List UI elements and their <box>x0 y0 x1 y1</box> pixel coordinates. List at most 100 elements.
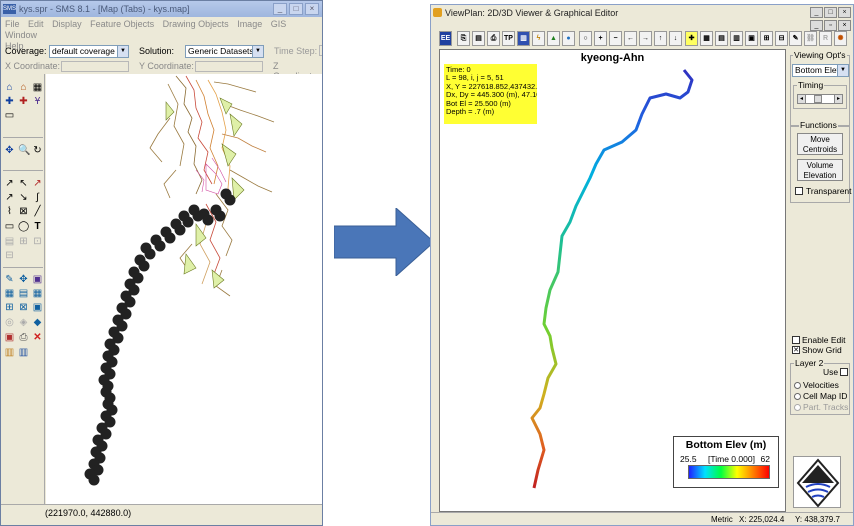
transparent-checkbox[interactable] <box>795 187 803 195</box>
velocities-radio[interactable] <box>794 382 801 389</box>
export-icon[interactable]: ⊞ <box>760 31 773 46</box>
circle-icon[interactable]: ○ <box>579 31 592 46</box>
sms-map-canvas[interactable] <box>46 74 322 504</box>
measure-tool-icon[interactable]: ▭ <box>4 110 15 121</box>
menu-display[interactable]: Display <box>52 19 82 29</box>
layers-icon[interactable]: ▣ <box>745 31 758 46</box>
move-centroids-button[interactable]: Move Centroids <box>797 133 843 155</box>
y-coordinate-field[interactable] <box>195 61 263 72</box>
lightning-icon[interactable]: ϟ <box>532 31 545 46</box>
pan-tool-icon[interactable]: ✥ <box>4 145 15 156</box>
volume-elevation-button[interactable]: Volume Elevation <box>797 159 843 181</box>
vertex-tool-icon[interactable]: ✚ <box>18 96 29 107</box>
select-house-tool-icon[interactable]: ⌂ <box>18 82 29 93</box>
settings-gear-icon[interactable]: ✺ <box>834 31 847 46</box>
x-coordinate-field[interactable] <box>61 61 129 72</box>
arrow-right-icon[interactable]: → <box>639 31 652 46</box>
zoom-tool-icon[interactable]: 🔍 <box>18 145 30 156</box>
ee-button[interactable]: EE <box>439 31 452 46</box>
copy-icon[interactable]: ⎘ <box>457 31 470 46</box>
polygon-tool-icon[interactable]: ⌇ <box>4 206 15 217</box>
child-minimize-button[interactable]: _ <box>810 20 823 31</box>
solution-select[interactable]: Generic Datasets ▼ <box>185 45 264 58</box>
tp-button[interactable]: TP <box>502 31 515 46</box>
data-icon[interactable]: ▥ <box>517 31 530 46</box>
curve-tool-icon[interactable]: ∫ <box>32 192 43 203</box>
list-tool-icon[interactable]: ▤ <box>18 288 29 299</box>
minus-icon[interactable]: − <box>609 31 622 46</box>
minimize-button[interactable]: _ <box>273 3 287 15</box>
layers-tool-icon[interactable]: ◆ <box>32 317 43 328</box>
save-icon[interactable]: ▤ <box>472 31 485 46</box>
branch-tool-icon[interactable]: Ұ <box>32 96 43 107</box>
slider-right-icon[interactable]: ▸ <box>834 95 842 103</box>
sheet-tool-icon[interactable]: ▦ <box>32 288 43 299</box>
close-button[interactable]: × <box>838 7 851 18</box>
menu-file[interactable]: File <box>5 19 20 29</box>
child-close-button[interactable]: × <box>838 20 851 31</box>
arrow-up-icon[interactable]: ↑ <box>654 31 667 46</box>
map-tool-icon[interactable]: ▣ <box>32 274 43 285</box>
menu-image[interactable]: Image <box>237 19 262 29</box>
arrow-left-icon[interactable]: ← <box>624 31 637 46</box>
table-icon[interactable]: ▤ <box>715 31 728 46</box>
rectangle-tool-icon[interactable]: ▭ <box>4 221 15 232</box>
import-icon[interactable]: ⊟ <box>775 31 788 46</box>
menu-window[interactable]: Window <box>5 30 37 40</box>
slider-thumb[interactable] <box>814 95 822 103</box>
split-arc-tool-icon[interactable]: ↗ <box>32 178 43 189</box>
select-arc-tool-icon[interactable]: ↖ <box>18 178 29 189</box>
rotate-tool-icon[interactable]: ↻ <box>32 145 43 156</box>
print-tool-icon[interactable]: ⎙ <box>18 332 29 343</box>
use-checkbox[interactable] <box>840 368 848 376</box>
crosshair-icon[interactable]: + <box>594 31 607 46</box>
grid-tool-icon[interactable]: ▦ <box>32 82 43 93</box>
menu-gis[interactable]: GIS <box>271 19 287 29</box>
menu-feature-objects[interactable]: Feature Objects <box>90 19 154 29</box>
create-arc-tool-icon[interactable]: ↗ <box>4 178 15 189</box>
line-tool-icon[interactable]: ╱ <box>32 206 43 217</box>
node-tool-icon[interactable]: ✚ <box>4 96 15 107</box>
delete-tool-icon[interactable]: ✕ <box>32 332 43 343</box>
viewplan-plot-area[interactable]: kyeong-Ahn Time: 0 L = 98, i, j = 5, 51 … <box>439 49 786 512</box>
build-tool-icon[interactable]: ⊠ <box>18 302 29 313</box>
coverage-select[interactable]: default coverage ▼ <box>49 45 129 58</box>
ellipse-tool-icon[interactable]: ◯ <box>18 221 29 232</box>
globe-icon[interactable]: ● <box>562 31 575 46</box>
book-tool-icon[interactable]: ▥ <box>4 347 15 358</box>
grid-icon[interactable]: ▦ <box>700 31 713 46</box>
create-vertex-tool-icon[interactable]: ↗ <box>4 192 15 203</box>
chart-tool-icon[interactable]: ▥ <box>18 347 29 358</box>
triangle-icon[interactable]: ▲ <box>547 31 560 46</box>
close-button[interactable]: × <box>305 3 319 15</box>
show-grid-checkbox[interactable]: ✕ <box>792 346 800 354</box>
chart-icon[interactable]: ▥ <box>730 31 743 46</box>
pen-icon[interactable]: ✎ <box>789 31 802 46</box>
viewing-select[interactable]: Bottom Elev ▼ <box>792 64 849 77</box>
move-tool-icon[interactable]: ✥ <box>18 274 29 285</box>
select-polygon-tool-icon[interactable]: ⊠ <box>18 206 29 217</box>
menu-drawing-objects[interactable]: Drawing Objects <box>163 19 229 29</box>
menu-edit[interactable]: Edit <box>28 19 44 29</box>
image-tool-icon[interactable]: ▣ <box>4 332 15 343</box>
select-vertex-tool-icon[interactable]: ↘ <box>18 192 29 203</box>
feature-tool-icon[interactable]: ✎ <box>4 274 15 285</box>
grid-cross-icon[interactable]: ✚ <box>685 31 698 46</box>
arrow-down-icon[interactable]: ↓ <box>669 31 682 46</box>
timing-slider[interactable]: ◂ ▸ <box>797 94 843 104</box>
x-coordinate-label: X Coordinate: <box>5 61 61 71</box>
enable-edit-checkbox[interactable] <box>792 336 800 344</box>
slider-left-icon[interactable]: ◂ <box>798 95 806 103</box>
text-tool-icon[interactable]: T <box>32 221 43 232</box>
child-restore-button[interactable]: ▫ <box>824 20 837 31</box>
table-tool-icon[interactable]: ▦ <box>4 288 15 299</box>
select-node-tool-icon[interactable]: ⌂ <box>4 82 15 93</box>
minimize-button[interactable]: _ <box>810 7 823 18</box>
print-icon[interactable]: ⎙ <box>487 31 500 46</box>
attribute-tool-icon[interactable]: ⊞ <box>4 302 15 313</box>
cell-map-id-radio[interactable] <box>794 393 801 400</box>
clean-tool-icon[interactable]: ▣ <box>32 302 43 313</box>
timestep-field[interactable] <box>319 45 322 56</box>
maximize-button[interactable]: □ <box>289 3 303 15</box>
maximize-button[interactable]: □ <box>824 7 837 18</box>
